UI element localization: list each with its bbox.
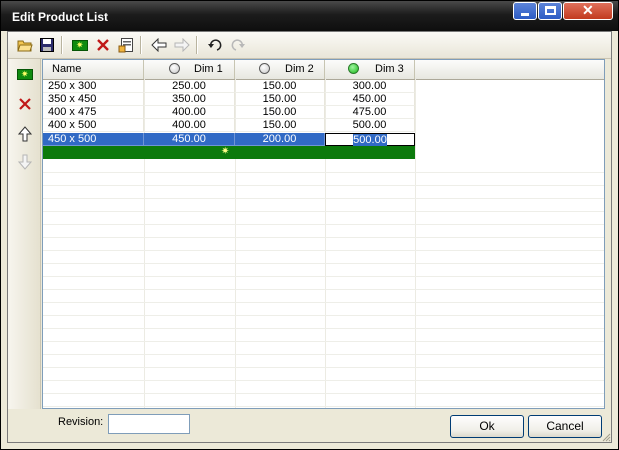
empty-grid-row: [43, 224, 604, 238]
revision-label: Revision:: [58, 416, 104, 428]
name-cell[interactable]: 400 x 500: [43, 119, 144, 132]
redo-icon[interactable]: [229, 36, 247, 54]
dim2-indicator-icon[interactable]: [259, 63, 270, 74]
revision-input[interactable]: [108, 414, 190, 434]
toolbar: ✷: [8, 32, 611, 59]
column-label: Dim 3: [375, 63, 404, 75]
new-row[interactable]: ✷: [43, 146, 604, 159]
empty-grid-row: [43, 211, 604, 225]
open-folder-icon[interactable]: [16, 36, 34, 54]
empty-grid-row: [43, 159, 604, 173]
dim2-cell[interactable]: 200.00: [235, 133, 325, 146]
empty-grid-row: [43, 315, 604, 329]
name-cell[interactable]: 250 x 300: [43, 80, 144, 93]
svg-text:✷: ✷: [76, 41, 84, 51]
column-header-dim1[interactable]: Dim 1: [144, 60, 235, 79]
back-arrow-icon[interactable]: [150, 36, 168, 54]
table-row[interactable]: 350 x 450 350.00 150.00 450.00: [43, 93, 604, 106]
table-row[interactable]: 250 x 300 250.00 150.00 300.00: [43, 80, 604, 93]
toolbar-separator: [140, 36, 142, 54]
dim2-cell[interactable]: 150.00: [235, 80, 325, 93]
properties-icon[interactable]: [117, 36, 135, 54]
undo-icon[interactable]: [206, 36, 224, 54]
dim3-cell[interactable]: 300.00: [325, 80, 415, 93]
dim1-cell[interactable]: 400.00: [144, 119, 235, 132]
name-cell[interactable]: 450 x 500: [43, 133, 144, 146]
empty-grid-row: [43, 367, 604, 381]
name-cell[interactable]: 350 x 450: [43, 93, 144, 106]
name-cell[interactable]: 400 x 475: [43, 106, 144, 119]
move-down-icon[interactable]: [16, 153, 34, 171]
dim1-cell[interactable]: 250.00: [144, 80, 235, 93]
column-label: Dim 1: [194, 63, 223, 75]
dim3-cell[interactable]: 500.00: [325, 119, 415, 132]
empty-grid-row: [43, 250, 604, 264]
empty-grid-row: [43, 302, 604, 316]
toolbar-separator: [61, 36, 63, 54]
new-item-icon[interactable]: ✷: [71, 36, 89, 54]
empty-grid-row: [43, 393, 604, 407]
maximize-icon: [545, 6, 556, 15]
edit-product-list-window: Edit Product List ✕ ✷ ✷ Name Dim 1 Dim 2…: [0, 0, 619, 450]
dim3-edit-text: 500.00: [353, 134, 387, 146]
column-header-name[interactable]: Name: [43, 60, 144, 79]
empty-grid-row: [43, 276, 604, 290]
minimize-icon: [521, 13, 529, 16]
close-button[interactable]: ✕: [563, 2, 613, 20]
new-row-marker-icon: ✷: [221, 146, 230, 157]
save-icon[interactable]: [38, 36, 56, 54]
forward-arrow-icon[interactable]: [173, 36, 191, 54]
empty-grid-row: [43, 354, 604, 368]
new-row-icon[interactable]: ✷: [16, 65, 34, 83]
delete-icon[interactable]: [94, 36, 112, 54]
maximize-button[interactable]: [538, 2, 562, 20]
table-row-selected[interactable]: 450 x 500 450.00 200.00 500.00: [43, 133, 604, 146]
resize-grip-icon[interactable]: [601, 432, 611, 442]
dim2-cell[interactable]: 150.00: [235, 106, 325, 119]
product-grid[interactable]: Name Dim 1 Dim 2 Dim 3 250 x 300 250.00 …: [42, 59, 605, 409]
empty-grid-row: [43, 198, 604, 212]
dim1-indicator-icon[interactable]: [169, 63, 180, 74]
empty-grid-row: [43, 172, 604, 186]
toolbar-separator: [196, 36, 198, 54]
column-label: Name: [52, 63, 82, 75]
empty-grid-row: [43, 289, 604, 303]
row-action-sidebar: ✷: [8, 59, 41, 409]
dim2-cell[interactable]: [235, 146, 325, 159]
dim2-cell[interactable]: 150.00: [235, 93, 325, 106]
dim1-cell[interactable]: 350.00: [144, 93, 235, 106]
empty-grid-row: [43, 263, 604, 277]
name-cell[interactable]: [43, 146, 144, 159]
dim3-cell-editor[interactable]: 500.00: [325, 133, 415, 146]
empty-grid-row: [43, 237, 604, 251]
column-header-dim3[interactable]: Dim 3: [325, 60, 415, 79]
window-title: Edit Product List: [12, 10, 108, 24]
column-header-dim2[interactable]: Dim 2: [235, 60, 325, 79]
dim3-cell[interactable]: 450.00: [325, 93, 415, 106]
ok-button[interactable]: Ok: [450, 415, 524, 438]
title-bar[interactable]: Edit Product List ✕: [1, 1, 618, 31]
dim3-cell[interactable]: 475.00: [325, 106, 415, 119]
svg-text:✷: ✷: [21, 70, 29, 80]
cancel-button[interactable]: Cancel: [528, 415, 602, 438]
empty-grid-row: [43, 380, 604, 394]
delete-row-icon[interactable]: [16, 95, 34, 113]
dim1-cell[interactable]: ✷: [144, 146, 235, 159]
table-row[interactable]: 400 x 475 400.00 150.00 475.00: [43, 106, 604, 119]
dim3-cell[interactable]: [325, 146, 415, 159]
minimize-button[interactable]: [513, 2, 537, 20]
move-up-icon[interactable]: [16, 125, 34, 143]
close-icon: ✕: [582, 2, 594, 18]
empty-grid-row: [43, 341, 604, 355]
grid-header: Name Dim 1 Dim 2 Dim 3: [43, 60, 604, 80]
empty-grid-row: [43, 185, 604, 199]
dialog-client-area: ✷ ✷ Name Dim 1 Dim 2 Dim 3 250 x 300 250…: [7, 31, 612, 443]
empty-grid-row: [43, 328, 604, 342]
dim3-indicator-icon[interactable]: [348, 63, 359, 74]
table-row[interactable]: 400 x 500 400.00 150.00 500.00: [43, 119, 604, 132]
column-label: Dim 2: [285, 63, 314, 75]
dim1-cell[interactable]: 400.00: [144, 106, 235, 119]
dim2-cell[interactable]: 150.00: [235, 119, 325, 132]
